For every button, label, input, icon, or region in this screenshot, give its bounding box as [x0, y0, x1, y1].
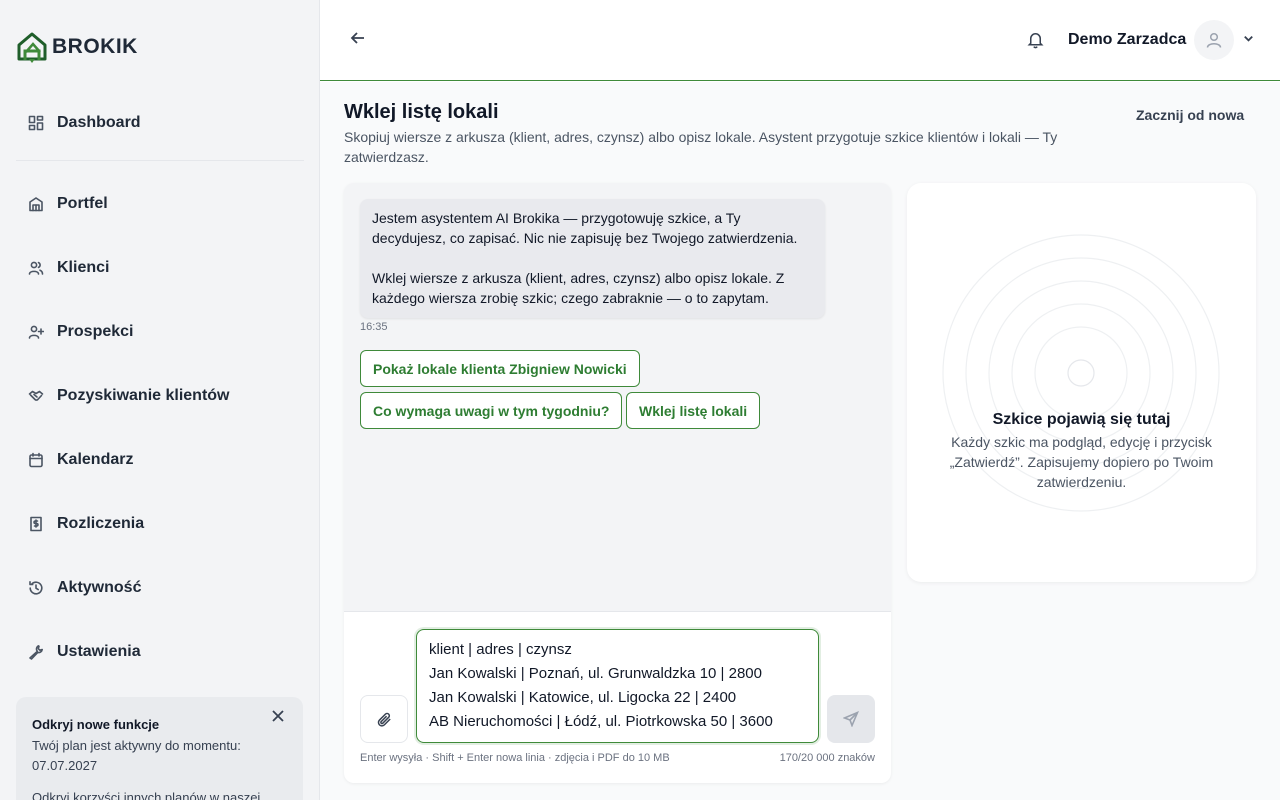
- restart-button[interactable]: Zacznij od nowa: [1136, 107, 1244, 123]
- sidebar-item-label: Dashboard: [57, 114, 141, 131]
- sidebar-item-label: Kalendarz: [57, 451, 134, 468]
- suggestion-chip[interactable]: Wklej listę lokali: [626, 392, 761, 429]
- user-icon: [1206, 32, 1222, 48]
- calendar-icon: [29, 452, 43, 468]
- promo-text-more[interactable]: Odkryj korzyści innych planów w naszej: [32, 788, 287, 800]
- promo-close-button[interactable]: [271, 709, 287, 725]
- avatar[interactable]: [1194, 20, 1234, 60]
- assistant-message-text: Jestem asystentem AI Brokika — przygotow…: [372, 210, 798, 246]
- notifications-button[interactable]: [1026, 30, 1046, 50]
- suggestion-chip[interactable]: Pokaż lokale klienta Zbigniew Nowicki: [360, 350, 640, 387]
- message-timestamp: 16:35: [360, 321, 388, 333]
- sidebar-item-label: Rozliczenia: [57, 515, 145, 532]
- promo-title: Odkryj nowe funkcje: [32, 717, 160, 732]
- drafts-panel: Szkice pojawią się tutaj Każdy szkic ma …: [907, 183, 1256, 582]
- page-subtitle: Skopiuj wiersze z arkusza (klient, adres…: [344, 129, 1058, 165]
- sidebar-item-aktywnosc[interactable]: Aktywność: [28, 579, 141, 597]
- building-icon: [29, 197, 43, 212]
- send-icon: [843, 711, 859, 727]
- sidebar-item-label: Portfel: [57, 195, 108, 212]
- character-counter: 170/20 000 znaków: [779, 752, 875, 764]
- attach-button[interactable]: [360, 695, 408, 743]
- sidebar-item-rozliczenia[interactable]: Rozliczenia: [28, 515, 144, 533]
- send-button[interactable]: [827, 695, 875, 743]
- promo-text: Twój plan jest aktywny do momentu: 07.07…: [32, 738, 241, 773]
- user-name[interactable]: Demo Zarzadca: [1068, 31, 1186, 49]
- suggestion-chip[interactable]: Co wymaga uwagi w tym tygodniu?: [360, 392, 623, 429]
- sidebar-item-label: Pozyskiwanie klientów: [57, 387, 230, 404]
- chat-panel: Jestem asystentem AI Brokika — przygotow…: [344, 183, 891, 783]
- sidebar-item-label: Prospekci: [57, 323, 134, 340]
- assistant-message-text: Wklej wiersze z arkusza (klient, adres, …: [372, 270, 785, 306]
- sidebar-item-kalendarz[interactable]: Kalendarz: [28, 451, 133, 469]
- sidebar-item-portfel[interactable]: Portfel: [28, 195, 108, 213]
- chevron-down-icon: [1244, 35, 1253, 42]
- user-menu-toggle[interactable]: [1242, 32, 1256, 46]
- sidebar: BROKIK Dashboard Portfel Klienci Prospek…: [0, 0, 320, 800]
- brand-logo[interactable]: BROKIK: [16, 30, 138, 64]
- back-button[interactable]: [350, 30, 370, 50]
- bell-icon: [1027, 33, 1044, 49]
- drafts-empty-title: Szkice pojawią się tutaj: [992, 411, 1171, 428]
- invoice-icon: [30, 516, 42, 532]
- sidebar-item-klienci[interactable]: Klienci: [28, 259, 109, 277]
- sidebar-item-dashboard[interactable]: Dashboard: [28, 114, 141, 132]
- message-input[interactable]: klient | adres | czynsz Jan Kowalski | P…: [416, 629, 819, 743]
- sidebar-item-pozyskiwanie[interactable]: Pozyskiwanie klientów: [28, 387, 230, 405]
- paperclip-icon: [377, 712, 391, 727]
- history-icon: [29, 581, 43, 595]
- dashboard-icon: [28, 115, 44, 131]
- users-icon: [28, 261, 44, 275]
- brand-name: BROKIK: [52, 35, 138, 58]
- user-plus-icon: [28, 325, 44, 339]
- sidebar-item-label: Klienci: [57, 259, 110, 276]
- drafts-empty-text: Każdy szkic ma podgląd, edycję i przycis…: [949, 434, 1214, 490]
- assistant-message: Jestem asystentem AI Brokika — przygotow…: [360, 199, 825, 318]
- top-header: Demo Zarzadca: [320, 0, 1280, 81]
- arrow-left-icon: [350, 32, 364, 44]
- sidebar-item-label: Ustawienia: [57, 643, 141, 660]
- promo-card: Odkryj nowe funkcje Twój plan jest aktyw…: [16, 697, 303, 800]
- message-composer: klient | adres | czynsz Jan Kowalski | P…: [344, 611, 891, 783]
- logo-icon: [17, 32, 47, 63]
- sidebar-item-ustawienia[interactable]: Ustawienia: [28, 643, 141, 661]
- sidebar-item-label: Aktywność: [57, 579, 142, 596]
- sidebar-divider: [16, 160, 304, 161]
- wrench-icon: [29, 645, 43, 660]
- sidebar-item-prospekci[interactable]: Prospekci: [28, 323, 133, 341]
- page-title: Wklej listę lokali: [344, 101, 499, 123]
- composer-hint: Enter wysyła · Shift + Enter nowa linia …: [360, 752, 670, 764]
- handshake-icon: [28, 390, 44, 401]
- close-icon: [272, 710, 284, 722]
- main-content: Wklej listę lokali Skopiuj wiersze z ark…: [320, 82, 1280, 800]
